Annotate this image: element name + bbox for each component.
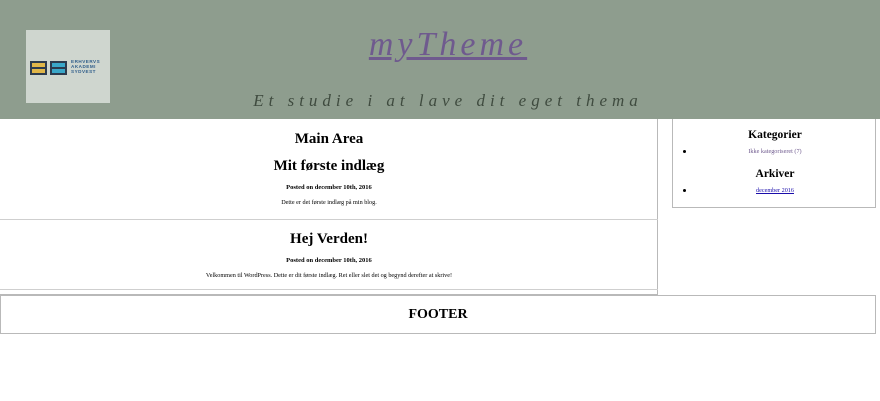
logo-text-line: SYDVEST (71, 69, 96, 74)
post-title[interactable]: Hej Verden! (0, 220, 658, 248)
archive-item: december 2016 (673, 187, 877, 194)
post: Mit første indlæg Posted on december 10t… (0, 157, 658, 220)
post-excerpt: Velkommen til WordPress. Dette er dit fø… (205, 272, 453, 279)
post-title[interactable]: Mit første indlæg (0, 157, 658, 175)
post-excerpt: Dette er det første indlæg på min blog. (281, 199, 377, 206)
bullet-icon (683, 189, 686, 192)
bullet-icon (683, 150, 686, 153)
categories-widget: Kategorier Ikke kategoriseret (7) (673, 129, 877, 155)
site-footer: FOOTER (0, 295, 876, 334)
post-meta: Posted on december 10th, 2016 (286, 257, 372, 264)
archives-widget: Arkiver december 2016 (673, 168, 877, 194)
post: Hej Verden! Posted on december 10th, 201… (0, 220, 658, 290)
main-area-title: Main Area (294, 131, 364, 147)
site-title-link[interactable]: myTheme (0, 26, 880, 64)
site-header: ERHVERVS AKADEMI SYDVEST myTheme Et stud… (0, 0, 880, 119)
category-item: Ikke kategoriseret (7) (673, 148, 877, 155)
archive-link[interactable]: december 2016 (756, 187, 794, 194)
categories-title: Kategorier (748, 129, 802, 141)
archives-title: Arkiver (755, 168, 795, 180)
post-meta: Posted on december 10th, 2016 (286, 184, 372, 191)
site-tagline: Et studie i at lave dit eget thema (253, 91, 643, 110)
main-area: Main Area Mit første indlæg Posted on de… (0, 119, 658, 295)
category-link[interactable]: Ikke kategoriseret (7) (748, 148, 801, 155)
sidebar: Kategorier Ikke kategoriseret (7) Arkive… (672, 119, 876, 208)
